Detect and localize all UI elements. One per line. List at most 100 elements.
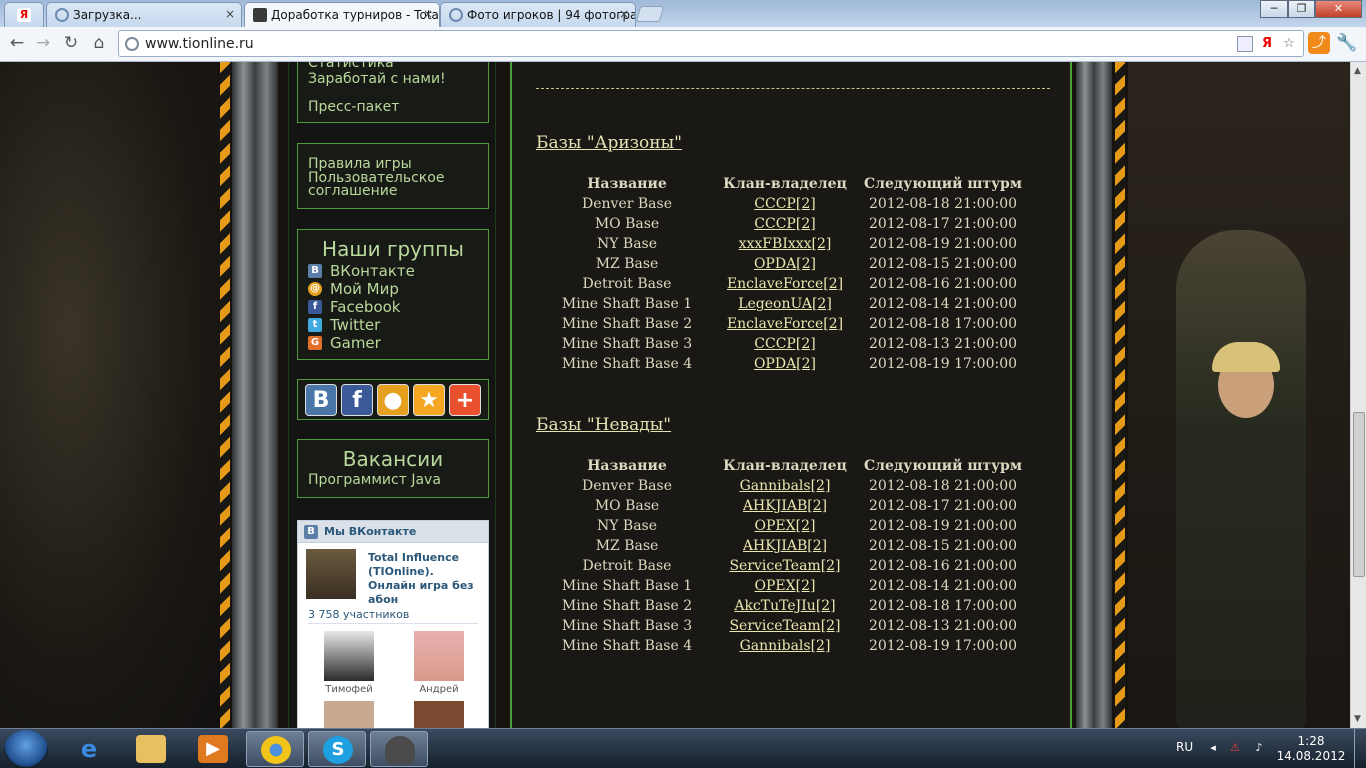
system-clock[interactable]: 1:28 14.08.2012 bbox=[1270, 734, 1352, 764]
table-row: Detroit Base EnclaveForce[2] 2012-08-16 21… bbox=[548, 274, 1022, 294]
clan-link[interactable]: AkcTuTeJIu[2] bbox=[706, 596, 864, 616]
group-link-gamer[interactable]: G Gamer bbox=[308, 334, 478, 352]
clan-link[interactable]: Gannibals[2] bbox=[706, 636, 864, 656]
member-avatar[interactable] bbox=[324, 631, 374, 681]
bookmark-star-icon[interactable]: ☆ bbox=[1281, 36, 1297, 52]
tab-close-icon[interactable]: × bbox=[225, 7, 235, 21]
vk-group-avatar[interactable] bbox=[306, 549, 356, 599]
clan-link[interactable]: OPEX[2] bbox=[706, 516, 864, 536]
tab-yandex[interactable]: Я bbox=[4, 2, 44, 27]
page-scrollbar[interactable]: ▲ ▼ bbox=[1350, 62, 1366, 728]
favorite-star-icon[interactable]: ★ bbox=[413, 384, 445, 416]
clan-link[interactable]: LegeonUA[2] bbox=[706, 294, 864, 314]
mymir-share-icon[interactable]: ● bbox=[377, 384, 409, 416]
group-link-twitter[interactable]: t Twitter bbox=[308, 316, 478, 334]
member-avatar[interactable] bbox=[324, 701, 374, 728]
table-row: Mine Shaft Base 2 AkcTuTeJIu[2] 2012-08-18… bbox=[548, 596, 1022, 616]
home-icon[interactable]: ⌂ bbox=[88, 32, 110, 54]
reload-icon[interactable]: ↻ bbox=[60, 32, 82, 54]
loading-spinner-icon bbox=[55, 8, 69, 22]
facebook-share-icon[interactable]: f bbox=[341, 384, 373, 416]
clan-link[interactable]: ServiceTeam[2] bbox=[706, 556, 864, 576]
tab-close-icon[interactable]: × bbox=[423, 7, 433, 21]
add-plus-icon[interactable]: + bbox=[449, 384, 481, 416]
clan-link[interactable]: OPDA[2] bbox=[706, 354, 864, 374]
chrome-icon bbox=[261, 736, 291, 764]
table-row: NY Base OPEX[2] 2012-08-19 21:00:00 bbox=[548, 516, 1022, 536]
taskbar-ie[interactable]: e bbox=[60, 731, 118, 767]
group-link-mymir[interactable]: @ Мой Мир bbox=[308, 280, 478, 298]
vacancies-box: Вакансии Программист Java bbox=[297, 439, 489, 498]
volume-icon[interactable]: ♪ bbox=[1252, 741, 1266, 755]
scroll-down-arrow-icon[interactable]: ▼ bbox=[1354, 714, 1361, 724]
sidebar-link-stats[interactable]: Статистика bbox=[308, 62, 478, 71]
next-assault-time: 2012-08-16 21:00:00 bbox=[868, 558, 1018, 574]
address-url[interactable]: www.tionline.ru bbox=[145, 36, 254, 52]
column-header-name: Название bbox=[587, 458, 667, 474]
member-avatar[interactable] bbox=[414, 631, 464, 681]
vacancy-java[interactable]: Программист Java bbox=[308, 472, 478, 488]
group-link-facebook[interactable]: f Facebook bbox=[308, 298, 478, 316]
clan-link[interactable]: CCCP[2] bbox=[706, 214, 864, 234]
tray-expand-icon[interactable]: ◂ bbox=[1206, 741, 1220, 755]
clan-link[interactable]: EnclaveForce[2] bbox=[706, 274, 864, 294]
clan-link[interactable]: CCCP[2] bbox=[706, 194, 864, 214]
table-row: Mine Shaft Base 1 LegeonUA[2] 2012-08-14 2… bbox=[548, 294, 1022, 314]
yandex-icon: Я bbox=[17, 8, 31, 22]
clan-link[interactable]: AHKJIAB[2] bbox=[706, 536, 864, 556]
taskbar-chrome[interactable] bbox=[246, 731, 304, 767]
tab-loading[interactable]: Загрузка... × bbox=[46, 2, 242, 27]
main-content: Базы "Аризоны" Название Клан-владелец Сл… bbox=[510, 62, 1072, 728]
wrench-menu-icon[interactable]: 🔧 bbox=[1336, 32, 1358, 54]
clan-link[interactable]: OPDA[2] bbox=[706, 254, 864, 274]
show-desktop-button[interactable] bbox=[1354, 729, 1366, 768]
table-row: Mine Shaft Base 2 EnclaveForce[2] 2012-08-… bbox=[548, 314, 1022, 334]
tab-close-icon[interactable]: × bbox=[619, 7, 629, 21]
start-button[interactable] bbox=[4, 730, 48, 768]
member-name[interactable]: Андрей bbox=[404, 684, 474, 695]
vk-member-count[interactable]: 3 758 участников bbox=[308, 608, 409, 621]
tab-tournaments[interactable]: Доработка турниров - Total × bbox=[244, 2, 440, 28]
close-window-button[interactable]: ✕ bbox=[1315, 0, 1362, 18]
clan-link[interactable]: Gannibals[2] bbox=[706, 476, 864, 496]
hazard-stripe-right bbox=[1115, 62, 1125, 728]
address-bar[interactable]: www.tionline.ru Я ☆ bbox=[118, 30, 1304, 57]
sidebar-link-press[interactable]: Пресс-пакет bbox=[308, 99, 478, 115]
clan-link[interactable]: AHKJIAB[2] bbox=[706, 496, 864, 516]
language-indicator[interactable]: RU bbox=[1176, 740, 1193, 754]
tab-photos[interactable]: Фото игроков | 94 фотогра × bbox=[440, 2, 636, 27]
taskbar-skype[interactable]: S bbox=[308, 731, 366, 767]
vk-share-icon[interactable]: В bbox=[305, 384, 337, 416]
scroll-up-arrow-icon[interactable]: ▲ bbox=[1354, 66, 1361, 76]
minimize-button[interactable]: ─ bbox=[1260, 0, 1288, 18]
new-tab-button[interactable] bbox=[635, 6, 665, 22]
clan-link[interactable]: CCCP[2] bbox=[706, 334, 864, 354]
clan-link[interactable]: xxxFBIxxx[2] bbox=[706, 234, 864, 254]
metal-rail-right bbox=[1076, 62, 1112, 728]
page-action-icon[interactable] bbox=[1237, 36, 1253, 52]
network-status-icon[interactable]: ⚠ bbox=[1228, 741, 1242, 755]
section-title-arizona[interactable]: Базы "Аризоны" bbox=[536, 133, 682, 153]
taskbar-game[interactable] bbox=[370, 731, 428, 767]
extension-icon[interactable]: ⤴ bbox=[1308, 32, 1330, 54]
scrollbar-thumb[interactable] bbox=[1353, 412, 1365, 577]
group-link-vk[interactable]: В ВКонтакте bbox=[308, 262, 478, 280]
clan-link[interactable]: ServiceTeam[2] bbox=[706, 616, 864, 636]
vk-group-name[interactable]: Total Influence (TIOnline). Онлайн игра … bbox=[368, 551, 480, 607]
base-name: Detroit Base bbox=[582, 558, 672, 574]
taskbar-explorer[interactable] bbox=[122, 731, 180, 767]
sidebar-link-agreement[interactable]: Пользовательское соглашение bbox=[308, 171, 478, 198]
sidebar: Статистика Заработай с нами! Пресс-пакет… bbox=[288, 62, 496, 728]
section-title-nevada[interactable]: Базы "Невады" bbox=[536, 415, 671, 435]
base-name: MZ Base bbox=[595, 538, 659, 554]
yandex-bar-icon[interactable]: Я bbox=[1259, 36, 1275, 52]
forward-arrow-icon[interactable]: → bbox=[32, 32, 54, 54]
taskbar-media-player[interactable]: ▶ bbox=[184, 731, 242, 767]
member-name[interactable]: Тимофей bbox=[314, 684, 384, 695]
clan-link[interactable]: EnclaveForce[2] bbox=[706, 314, 864, 334]
maximize-button[interactable]: ❐ bbox=[1288, 0, 1315, 18]
sidebar-link-earn[interactable]: Заработай с нами! bbox=[308, 71, 478, 87]
member-avatar[interactable] bbox=[414, 701, 464, 728]
clan-link[interactable]: OPEX[2] bbox=[706, 576, 864, 596]
back-arrow-icon[interactable]: ← bbox=[6, 32, 28, 54]
